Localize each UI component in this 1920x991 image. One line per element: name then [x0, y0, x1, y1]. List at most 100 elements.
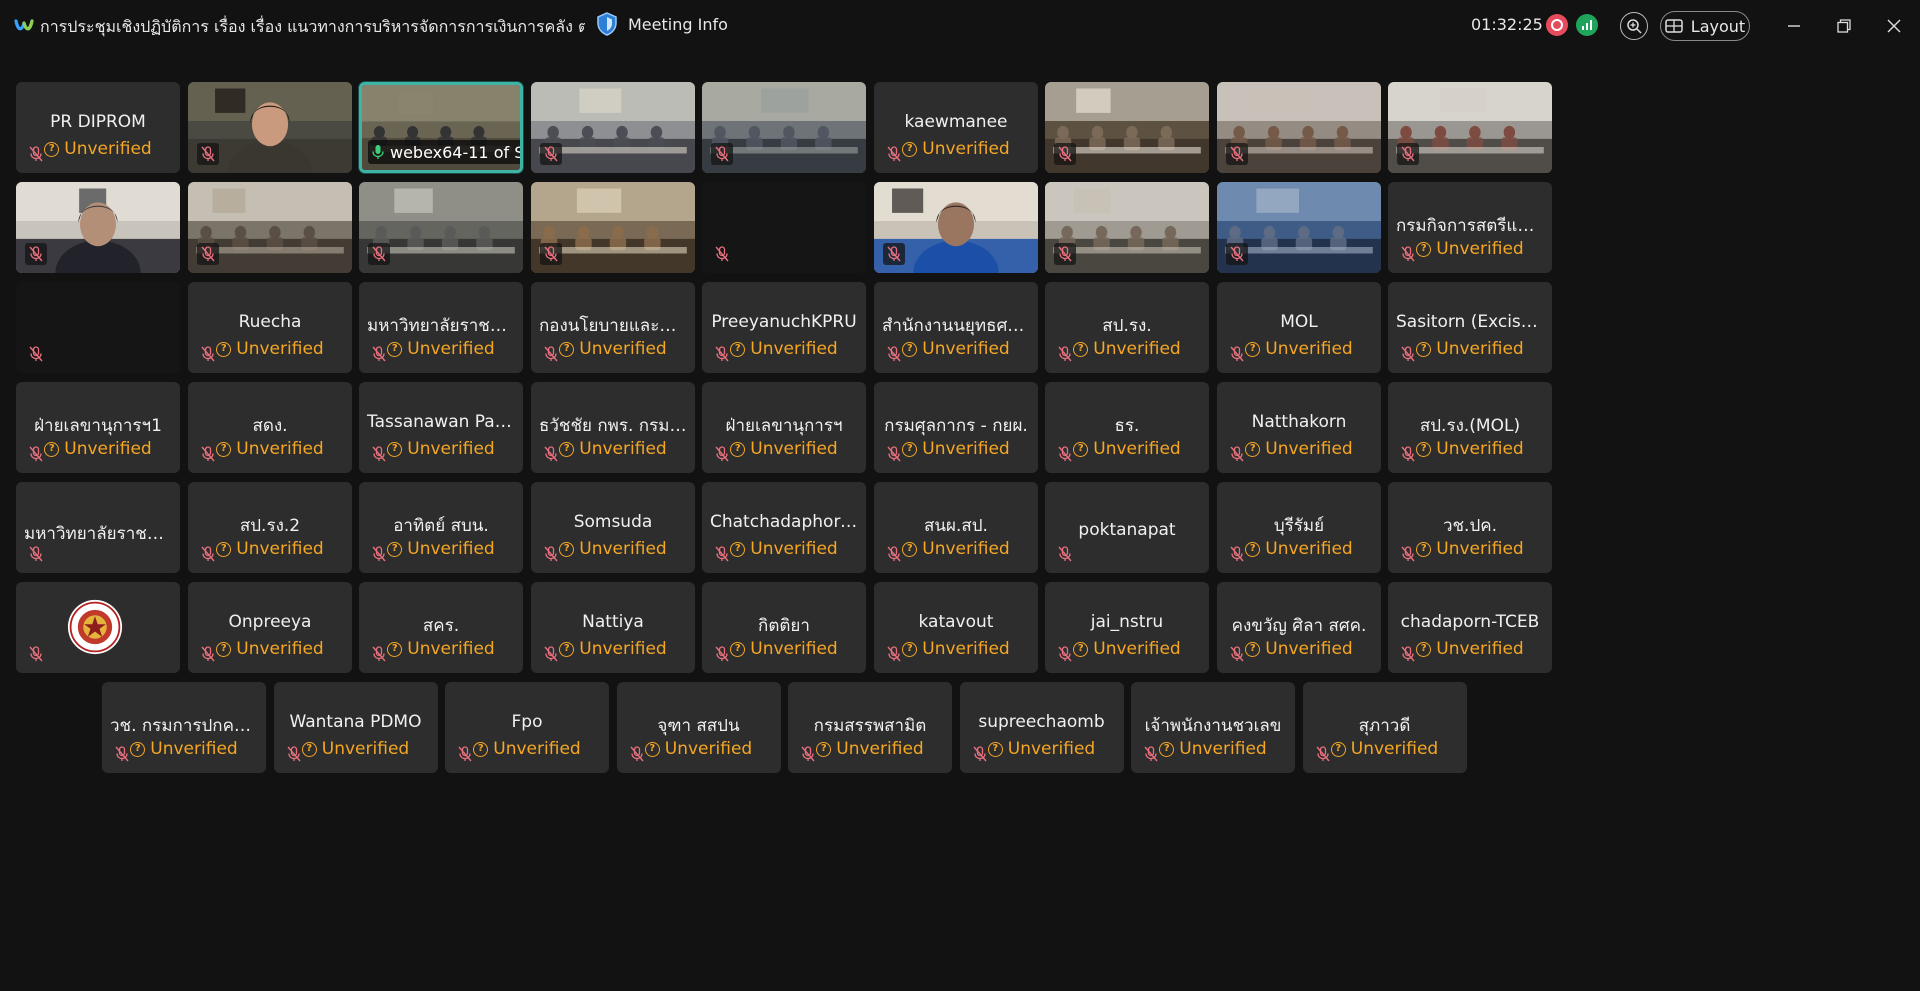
participant-tile[interactable]: เจ้าพนักงานชวเลข? Unverified [1131, 682, 1295, 773]
participant-tile[interactable]: ฝ่ายเลขานุการฯ1? Unverified [16, 382, 180, 473]
unverified-label: Unverified [750, 639, 838, 659]
participant-tile[interactable] [531, 82, 695, 173]
layout-button[interactable]: Layout [1660, 11, 1750, 41]
participant-tile[interactable]: คงขวัญ ศิลา สศค.? Unverified [1217, 582, 1381, 673]
participant-tile[interactable] [1217, 182, 1381, 273]
participant-name: katavout [918, 612, 994, 632]
participant-tile[interactable]: Wantana PDMO? Unverified [273, 682, 438, 773]
participant-tile[interactable] [188, 82, 352, 173]
mic-muted-icon [1230, 146, 1244, 162]
participant-tile[interactable]: อาทิตย์ สบน.? Unverified [359, 482, 523, 573]
close-button[interactable] [1882, 14, 1906, 38]
participant-tile[interactable]: กองนโยบายและแผน ม...?Unverified [531, 282, 695, 373]
mic-muted-icon [1230, 546, 1244, 562]
participant-tile[interactable]: PR DIPROM? Unverified [16, 82, 180, 173]
participant-tile[interactable]: วช. กรมการปกครอง? Unverified [102, 682, 266, 773]
participant-tile[interactable]: ธวัชชัย กพร. กรมอนามัย?Unverified [531, 382, 695, 473]
participant-tile[interactable]: ฝ่ายเลขานุการฯ? Unverified [702, 382, 866, 473]
participant-tile[interactable]: chadaporn-TCEB? Unverified [1388, 582, 1552, 673]
webex-logo-icon [14, 19, 34, 31]
unverified-label: Unverified [579, 539, 667, 559]
participant-tile[interactable]: Chatchadaphorn(Exci...?Unverified [702, 482, 866, 573]
unverified-label: Unverified [1436, 539, 1524, 559]
restore-button[interactable] [1832, 14, 1856, 38]
participant-name: Onpreeya [228, 612, 312, 632]
mute-indicator [540, 243, 562, 265]
participant-name: สำนักงานนยุทธศาสตร์ [882, 316, 1038, 336]
participant-tile[interactable]: กิตติยา? Unverified [702, 582, 866, 673]
participant-tile[interactable]: บุรีรัมย์? Unverified [1217, 482, 1381, 573]
mute-indicator [1397, 443, 1419, 465]
participant-tile[interactable]: วช.ปค.? Unverified [1388, 482, 1552, 573]
participant-tile[interactable] [702, 82, 866, 173]
participant-tile[interactable]: ธร.? Unverified [1045, 382, 1209, 473]
participant-tile[interactable]: สป.รง.2? Unverified [188, 482, 352, 573]
participant-name: Chatchadaphorn(Exci... [710, 512, 866, 532]
participant-tile[interactable] [1045, 82, 1209, 173]
participant-tile[interactable]: กรมสรรพสามิต? Unverified [788, 682, 952, 773]
participant-tile[interactable] [702, 182, 866, 273]
participant-tile[interactable]: สคร.? Unverified [359, 582, 523, 673]
participant-tile[interactable]: สุภาวดี? Unverified [1302, 682, 1467, 773]
zoom-button[interactable] [1620, 12, 1648, 40]
participant-tile[interactable]: poktanapat [1045, 482, 1209, 573]
participant-tile[interactable]: katavout? Unverified [874, 582, 1038, 673]
unverified-label: Unverified [922, 339, 1010, 359]
participant-tile[interactable]: สนผ.สป.? Unverified [874, 482, 1038, 573]
mic-muted-icon [544, 246, 558, 262]
participant-tile[interactable]: Somsuda? Unverified [531, 482, 695, 573]
participant-tile[interactable] [1217, 82, 1381, 173]
participant-tile[interactable]: จุฑา สสปน? Unverified [616, 682, 781, 773]
mute-indicator [1140, 743, 1162, 765]
mic-muted-icon [1401, 346, 1415, 362]
participant-tile[interactable]: Sasitorn (Excise Dept.)?Unverified [1388, 282, 1552, 373]
participant-tile[interactable]: สำนักงานนยุทธศาสตร์? Unverified [874, 282, 1038, 373]
participant-tile[interactable] [359, 182, 523, 273]
participant-name: กรมกิจการสตรีและสถา... [1396, 216, 1552, 236]
participant-tile[interactable]: มหาวิทยาลัยราชภัฏนค...?Unverified [359, 282, 523, 373]
participant-tile[interactable]: สป.รง.(MOL)? Unverified [1388, 382, 1552, 473]
participant-tile[interactable]: Fpo? Unverified [445, 682, 609, 773]
participant-tile[interactable] [188, 182, 352, 273]
unverified-label: Unverified [1436, 239, 1524, 259]
participant-tile[interactable] [1045, 182, 1209, 273]
participant-tile[interactable]: PreeyanuchKPRU? Unverified [702, 282, 866, 373]
participant-tile[interactable]: Onpreeya? Unverified [188, 582, 352, 673]
mute-indicator [1226, 143, 1248, 165]
participant-tile[interactable]: มหาวิทยาลัยราชภัฏบุรี... [16, 482, 180, 573]
participant-name: วช.ปค. [1442, 516, 1498, 536]
participant-tile[interactable] [1388, 82, 1552, 173]
participant-name-pill: webex64-11 of S... [368, 140, 520, 164]
participant-tile[interactable] [874, 182, 1038, 273]
participant-tile[interactable]: webex64-11 of S... [359, 82, 523, 173]
participant-tile[interactable]: Ruecha? Unverified [188, 282, 352, 373]
participant-tile[interactable]: Nattiya? Unverified [531, 582, 695, 673]
participant-tile[interactable]: กรมศุลกากร - กยผ.? Unverified [874, 382, 1038, 473]
participant-tile[interactable]: Tassanawan Patkhum?Unverified [359, 382, 523, 473]
mic-muted-icon [544, 146, 558, 162]
minimize-button[interactable] [1782, 14, 1806, 38]
mic-muted-icon [801, 746, 815, 762]
mic-muted-icon [715, 246, 729, 262]
mic-muted-icon [29, 146, 43, 162]
participant-tile[interactable] [16, 282, 180, 373]
participant-tile[interactable]: สดง.? Unverified [188, 382, 352, 473]
participant-tile[interactable]: MOL? Unverified [1217, 282, 1381, 373]
participant-tile[interactable] [531, 182, 695, 273]
participant-tile[interactable]: kaewmanee? Unverified [874, 82, 1038, 173]
participant-tile[interactable]: กรมกิจการสตรีและสถา...?Unverified [1388, 182, 1552, 273]
mute-indicator [368, 543, 390, 565]
signal-icon[interactable] [1576, 14, 1598, 36]
layout-icon [1665, 19, 1683, 33]
participant-tile[interactable]: Natthakorn? Unverified [1217, 382, 1381, 473]
participant-tile[interactable]: สป.รง.? Unverified [1045, 282, 1209, 373]
participant-tile[interactable]: supreechaomb? Unverified [959, 682, 1124, 773]
participant-tile[interactable] [16, 182, 180, 273]
record-icon[interactable] [1546, 14, 1568, 36]
meeting-info-button[interactable]: Meeting Info [596, 12, 728, 36]
unverified-label: Unverified [750, 439, 838, 459]
mic-muted-icon [715, 446, 729, 462]
participant-tile[interactable]: jai_nstru? Unverified [1045, 582, 1209, 673]
participant-tile[interactable] [16, 582, 180, 673]
mute-indicator [197, 143, 219, 165]
